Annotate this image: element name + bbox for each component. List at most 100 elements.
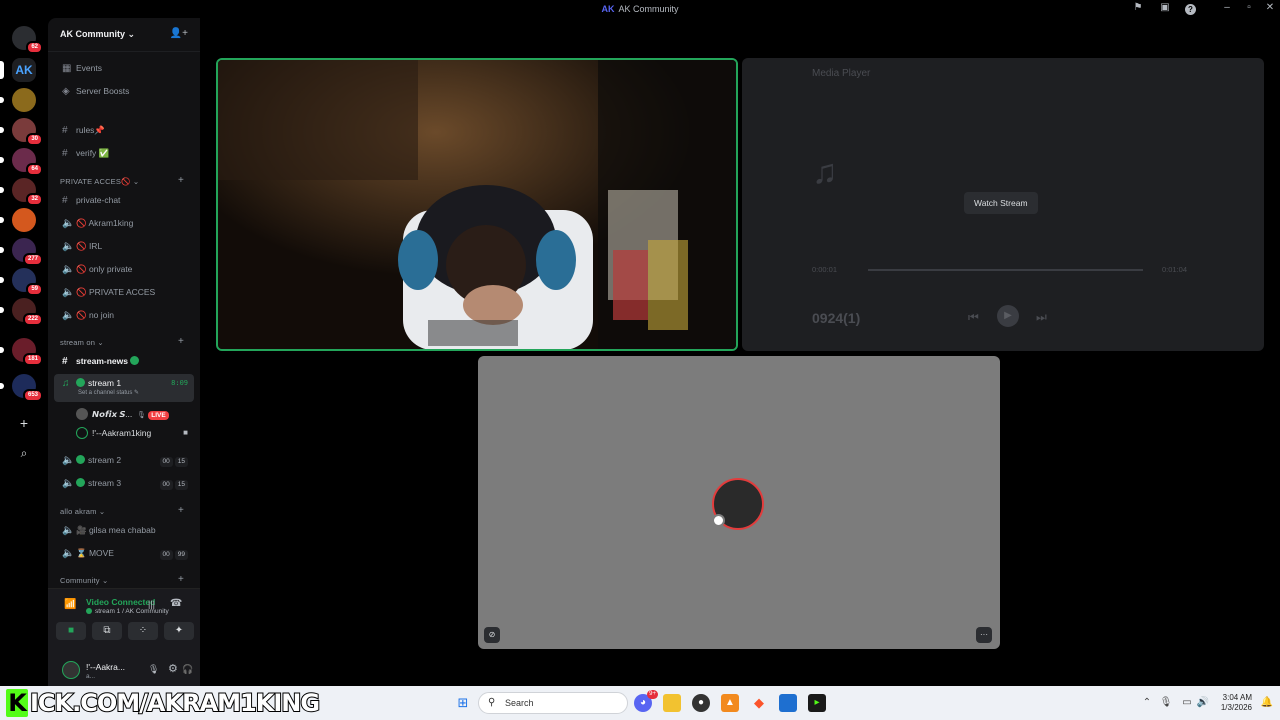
stream-timer: 8:09 [171,379,188,387]
volume-icon[interactable]: 🔊 [1194,694,1212,712]
maximize-button[interactable]: ▫ [1242,2,1256,16]
voice-active-icon: ♫ [62,378,70,389]
speaker-icon: 🔈 [62,218,75,229]
play-icon[interactable]: ▶ [997,305,1019,327]
unread-indicator [0,307,4,313]
camera-video-tile[interactable] [216,58,738,351]
video-off-icon[interactable]: ⊘ [484,627,500,643]
category-allo-akram[interactable]: allo akram ⌄ [60,507,105,516]
channel-events[interactable]: ▦ Events [54,58,194,78]
avatar [76,427,88,439]
settings-gear-icon[interactable]: ⚙ [168,662,178,675]
server-icon-server-5[interactable]: 32 [0,178,43,206]
notification-bell-icon[interactable]: 🔔 [1258,694,1276,712]
avatar[interactable] [62,661,80,679]
disconnect-icon[interactable]: ☎ [170,598,182,609]
add-channel-icon[interactable]: + [178,175,184,186]
voice-channel-stream-2[interactable]: 🔈 stream 2 00 15 [54,450,194,470]
voice-channel-stream-3[interactable]: 🔈 stream 3 00 15 [54,473,194,493]
category-stream-on[interactable]: stream on ⌄ [60,338,104,347]
kick-app-icon[interactable]: ▸ [808,694,826,712]
voice-member-nofix[interactable]: 𝙉𝙤𝙛𝙞𝙭 𝙎... 🎙 LIVE [72,405,194,423]
category-community[interactable]: Community ⌄ [60,576,109,585]
search-box[interactable]: ⚲ Search [478,692,628,714]
server-name[interactable]: AK Community ⌄ [60,29,135,40]
file-explorer-icon[interactable] [663,694,681,712]
invite-icon[interactable]: 👤+ [170,28,188,39]
store-icon[interactable] [779,694,797,712]
voice-channel-private-acces[interactable]: 🔈 🚫 PRIVATE ACCES [54,282,194,302]
channel-server-boosts[interactable]: ◈ Server Boosts [54,81,194,101]
voice-member-aakram1king[interactable]: !'--Aakram1king ■ [72,424,194,442]
voice-channel-gilsa[interactable]: 🔈 🎥 gilsa mea chabab [54,520,194,540]
activities-button[interactable]: ⁘ [128,622,158,640]
server-icon-server-3[interactable]: 30 [0,118,43,146]
microphone-icon[interactable]: 🎙 [148,664,159,675]
server-icon-server-9[interactable]: 222 [0,298,43,326]
microphone-icon[interactable]: 🎙 [1157,694,1175,712]
server-icon-server-gold[interactable] [0,88,36,112]
active-indicator [0,61,4,79]
media-seek-bar[interactable] [868,269,1143,271]
next-icon[interactable]: ⏭ [1036,310,1047,325]
clock[interactable]: 3:04 AM 1/3/2026 [1214,693,1252,713]
media-track-name: 0924(1) [812,310,861,326]
server-icon-ak-community[interactable]: AK [0,58,36,82]
close-button[interactable]: ✕ [1263,2,1277,16]
voice-channel-no-join[interactable]: 🔈 🚫 no join [54,305,194,325]
chevron-up-icon[interactable]: ⌃ [1138,694,1156,712]
headphones-icon[interactable]: 🎧 [182,664,193,675]
voice-channel-move[interactable]: 🔈 ⌛ MOVE 00 99 [54,543,194,563]
server-icon-server-11[interactable]: 653 [0,374,43,402]
channel-rules[interactable]: # rules📌 [54,120,194,140]
channel-stream-news[interactable]: # stream-news [54,351,194,371]
username[interactable]: !'--Aakra... [86,662,125,672]
discover-icon[interactable]: ⌕ [12,442,36,466]
camera-button[interactable]: ■ [56,622,86,640]
boost-icon: ◈ [62,86,70,97]
flag-icon[interactable]: ⚑ [1131,2,1145,16]
server-icon-server-4[interactable]: 64 [0,148,43,176]
media-player-tile[interactable]: Media Player ♫ Watch Stream 0:00:01 0:01… [742,58,1264,351]
more-options-button[interactable]: ··· [976,627,992,643]
add-channel-icon[interactable]: + [178,505,184,516]
channel-verify[interactable]: # verify ✅ [54,143,194,163]
server-icon-server-8[interactable]: 59 [0,268,43,296]
screen-share-icon: ⧉ [103,625,111,636]
category-private-acces[interactable]: PRIVATE ACCES🚫 ⌄ [60,177,139,186]
voice-channel-only-private[interactable]: 🔈 🚫 only private [54,259,194,279]
server-icon-home[interactable]: 62 [12,26,43,54]
app-icon[interactable]: ▲ [721,694,739,712]
hash-icon: # [62,125,68,136]
voice-channel-irl[interactable]: 🔈 🚫 IRL [54,236,194,256]
signal-icon[interactable]: 📶 [64,599,76,610]
server-icon-server-10[interactable]: 181 [0,338,43,366]
noise-suppression-icon[interactable]: ||| [148,599,155,609]
speaker-icon: 🔈 [62,478,75,489]
screen-share-button[interactable]: ⧉ [92,622,122,640]
add-channel-icon[interactable]: + [178,574,184,585]
avatar-video-tile[interactable]: ⊘ ··· [478,356,1000,649]
discord-taskbar-icon[interactable]: ◕ 9+ [634,690,658,712]
brave-icon[interactable]: ◆ [750,694,768,712]
search-icon: ⚲ [488,697,496,708]
obs-icon[interactable]: ● [692,694,710,712]
server-header[interactable]: AK Community ⌄ 👤+ [48,18,200,52]
soundboard-button[interactable]: ✦ [164,622,194,640]
watch-stream-button[interactable]: Watch Stream [964,192,1038,214]
previous-icon[interactable]: ⏮ [968,310,979,325]
start-icon[interactable]: ⊞ [454,694,472,712]
voice-location[interactable]: stream 1 / AK Community [86,608,169,615]
server-icon-server-7[interactable]: 277 [0,238,43,266]
server-icon-server-6[interactable] [0,208,36,232]
inbox-icon[interactable]: ▣ [1158,2,1172,16]
channel-private-chat[interactable]: # private-chat [54,190,194,210]
add-channel-icon[interactable]: + [178,336,184,347]
voice-channel-akram1king[interactable]: 🔈 🚫 Akram1king [54,213,194,233]
voice-channel-stream-1[interactable]: ♫ stream 1 8:09 Set a channel status ✎ [54,374,194,402]
unread-indicator [0,127,4,133]
minimize-button[interactable]: – [1220,2,1234,16]
add-server-button[interactable]: + [12,412,36,436]
help-icon[interactable]: ? [1185,4,1196,15]
channel-status[interactable]: Set a channel status ✎ [78,388,139,398]
